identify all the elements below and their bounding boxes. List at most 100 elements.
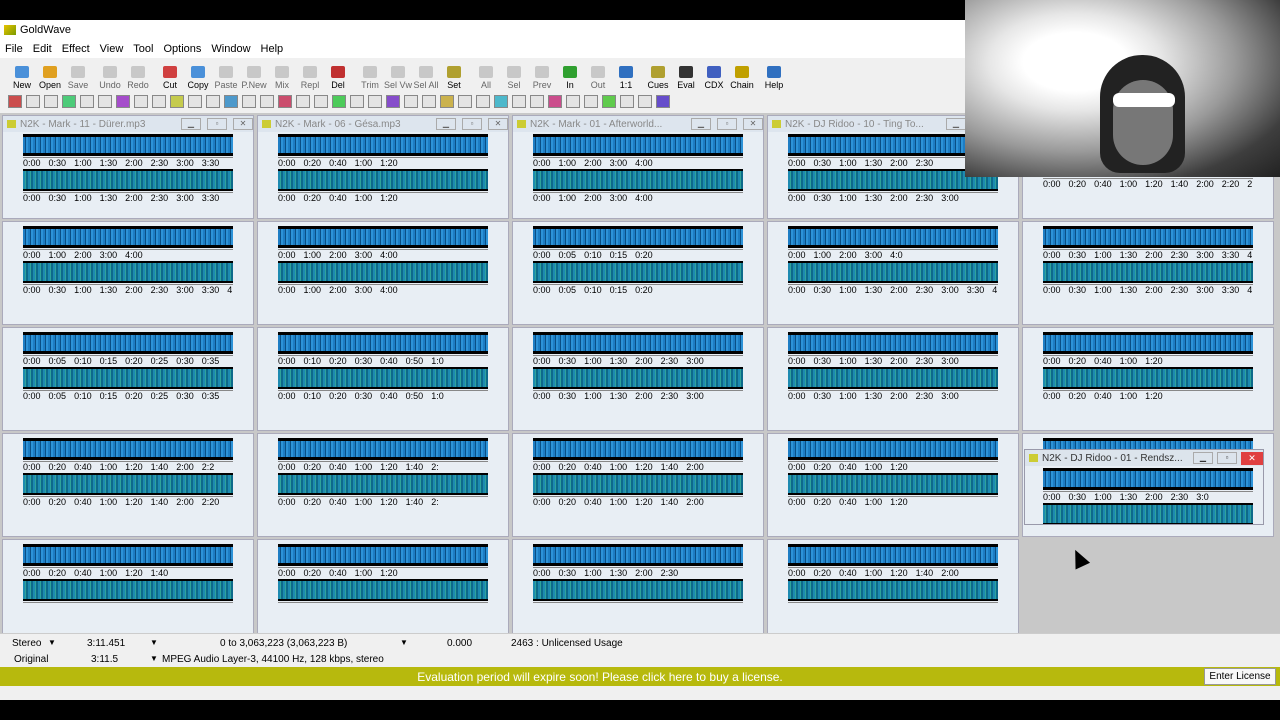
waveform-overview[interactable] [533, 332, 743, 354]
effect-eq-icon[interactable] [152, 94, 166, 108]
effect-hush-icon[interactable] [620, 94, 634, 108]
open-button[interactable]: Open [36, 60, 64, 90]
in-button[interactable]: In [556, 60, 584, 90]
effect-play-icon[interactable] [386, 94, 400, 108]
waveform-display[interactable] [788, 367, 998, 389]
waveform-overview[interactable] [533, 134, 743, 156]
effect-scan-icon[interactable] [584, 94, 598, 108]
effect-echo-icon[interactable] [80, 94, 94, 108]
waveform-overview[interactable] [23, 226, 233, 248]
wave-window[interactable]: 0:00 0:20 0:40 1:00 1:20 1:40 2: 0:00 0:20 0:40 1:… [257, 433, 509, 537]
chevron-down-icon[interactable]: ▼ [400, 638, 408, 647]
effect-mechanize-icon[interactable] [278, 94, 292, 108]
redo-button[interactable]: Redo [124, 60, 152, 90]
waveform-overview[interactable] [1043, 332, 1253, 354]
wave-window[interactable]: 0:00 0:30 1:00 1:30 2:00 2:30 3:00 0:00 0:30 1:00… [512, 327, 764, 431]
waveform-overview[interactable] [278, 134, 488, 156]
menu-effect[interactable]: Effect [57, 43, 95, 55]
waveform-display[interactable] [788, 579, 998, 601]
menu-help[interactable]: Help [256, 43, 289, 55]
waveform-display[interactable] [23, 169, 233, 191]
close-icon[interactable]: ✕ [743, 118, 763, 130]
effect-compressor-icon[interactable] [62, 94, 76, 108]
evaluation-message[interactable]: Evaluation period will expire soon! Plea… [0, 670, 1280, 684]
chevron-down-icon[interactable]: ▼ [48, 638, 56, 647]
waveform-display[interactable] [533, 169, 743, 191]
del-button[interactable]: Del [324, 60, 352, 90]
effect-time-warp-icon[interactable] [134, 94, 148, 108]
waveform-overview[interactable] [788, 544, 998, 566]
waveform-overview[interactable] [278, 438, 488, 460]
waveform-overview[interactable] [788, 332, 998, 354]
cut-button[interactable]: Cut [156, 60, 184, 90]
effect-cue-icon[interactable] [458, 94, 472, 108]
wave-window[interactable]: 0:00 1:00 2:00 3:00 4:0 0:00 0:30 1:00 1:30 2:00 2… [767, 221, 1019, 325]
waveform-display[interactable] [23, 473, 233, 495]
chain-button[interactable]: Chain [728, 60, 756, 90]
effect-bands-icon[interactable] [494, 94, 508, 108]
set-button[interactable]: Set [440, 60, 468, 90]
active-wave-window[interactable]: N2K - DJ Ridoo - 01 - Rendsz... ▁ ▫ ✕ 0:… [1024, 449, 1264, 525]
channel-select[interactable]: Stereo [12, 638, 41, 649]
effect-invert-icon[interactable] [242, 94, 256, 108]
wave-window[interactable]: 0:00 0:30 1:00 1:30 2:00 2:30 3:00 3:30 4 0:00 0:3… [1022, 221, 1274, 325]
wave-window[interactable]: 0:00 0:20 0:40 1:00 1:20 0:00 0:20 0:40 1:00 1:20 [1022, 327, 1274, 431]
trim-button[interactable]: Trim [356, 60, 384, 90]
effect-fade-out-icon[interactable] [44, 94, 58, 108]
effect-spectrum-icon[interactable] [476, 94, 490, 108]
waveform-overview[interactable] [788, 438, 998, 460]
wave-window[interactable]: 0:00 0:20 0:40 1:00 1:20 1:40 2:00 0:00 0:20 0:40… [512, 433, 764, 537]
waveform-display[interactable] [278, 367, 488, 389]
effect-speed-icon[interactable] [602, 94, 616, 108]
waveform-display[interactable] [1043, 261, 1253, 283]
effect-filter-icon[interactable] [170, 94, 184, 108]
effect-flanger-icon[interactable] [224, 94, 238, 108]
effect-record-icon[interactable] [422, 94, 436, 108]
waveform-display[interactable] [788, 261, 998, 283]
sel-all-button[interactable]: Sel All [412, 60, 440, 90]
waveform-display[interactable] [1043, 468, 1253, 490]
effect-reverb-icon[interactable] [98, 94, 112, 108]
p-new-button[interactable]: P.New [240, 60, 268, 90]
effect-morph-icon[interactable] [656, 94, 670, 108]
effect-resample-icon[interactable] [332, 94, 346, 108]
eval-button[interactable]: Eval [672, 60, 700, 90]
mix-button[interactable]: Mix [268, 60, 296, 90]
close-icon[interactable]: ✕ [488, 118, 508, 130]
waveform-overview[interactable] [533, 544, 743, 566]
menu-edit[interactable]: Edit [28, 43, 57, 55]
menu-tool[interactable]: Tool [128, 43, 158, 55]
waveform-display[interactable] [788, 473, 998, 495]
prev-button[interactable]: Prev [528, 60, 556, 90]
new-button[interactable]: New [8, 60, 36, 90]
effect-pitch-icon[interactable] [116, 94, 130, 108]
waveform-overview[interactable] [23, 332, 233, 354]
effect-fade-in-icon[interactable] [26, 94, 40, 108]
waveform-overview[interactable] [788, 226, 998, 248]
maximize-icon[interactable]: ▫ [1217, 452, 1237, 464]
effect-stop-icon[interactable] [404, 94, 418, 108]
evaluation-banner[interactable]: Evaluation period will expire soon! Plea… [0, 667, 1280, 686]
effect-loop-icon[interactable] [566, 94, 580, 108]
menu-options[interactable]: Options [158, 43, 206, 55]
wave-window[interactable]: 0:00 0:30 1:00 1:30 2:00 2:30 [512, 539, 764, 633]
effect-volume-icon[interactable] [8, 94, 22, 108]
waveform-display[interactable] [1043, 503, 1253, 524]
waveform-display[interactable] [533, 579, 743, 601]
waveform-overview[interactable] [1043, 226, 1253, 248]
close-icon[interactable]: ✕ [233, 118, 253, 130]
minimize-icon[interactable]: ▁ [1193, 452, 1213, 464]
waveform-display[interactable] [1043, 367, 1253, 389]
waveform-display[interactable] [278, 261, 488, 283]
wave-window[interactable]: N2K - Mark - 01 - Afterworld... ▁ ▫ ✕ 0:00 1:… [512, 115, 764, 219]
repl-button[interactable]: Repl [296, 60, 324, 90]
paste-button[interactable]: Paste [212, 60, 240, 90]
chevron-down-icon[interactable]: ▼ [150, 654, 158, 663]
wave-window[interactable]: 0:00 0:20 0:40 1:00 1:20 1:40 2:00 2:2 0:00 0:20 0… [2, 433, 254, 537]
all-button[interactable]: All [472, 60, 500, 90]
wave-window[interactable]: 0:00 0:30 1:00 1:30 2:00 2:30 3:00 0:00 0:30 1:00… [767, 327, 1019, 431]
cues-button[interactable]: Cues [644, 60, 672, 90]
effect-mix-icon[interactable] [548, 94, 562, 108]
wave-window[interactable]: N2K - Mark - 06 - Gésa.mp3 ▁ ▫ ✕ 0:00 0:20 0:4… [257, 115, 509, 219]
minimize-icon[interactable]: ▁ [181, 118, 201, 130]
